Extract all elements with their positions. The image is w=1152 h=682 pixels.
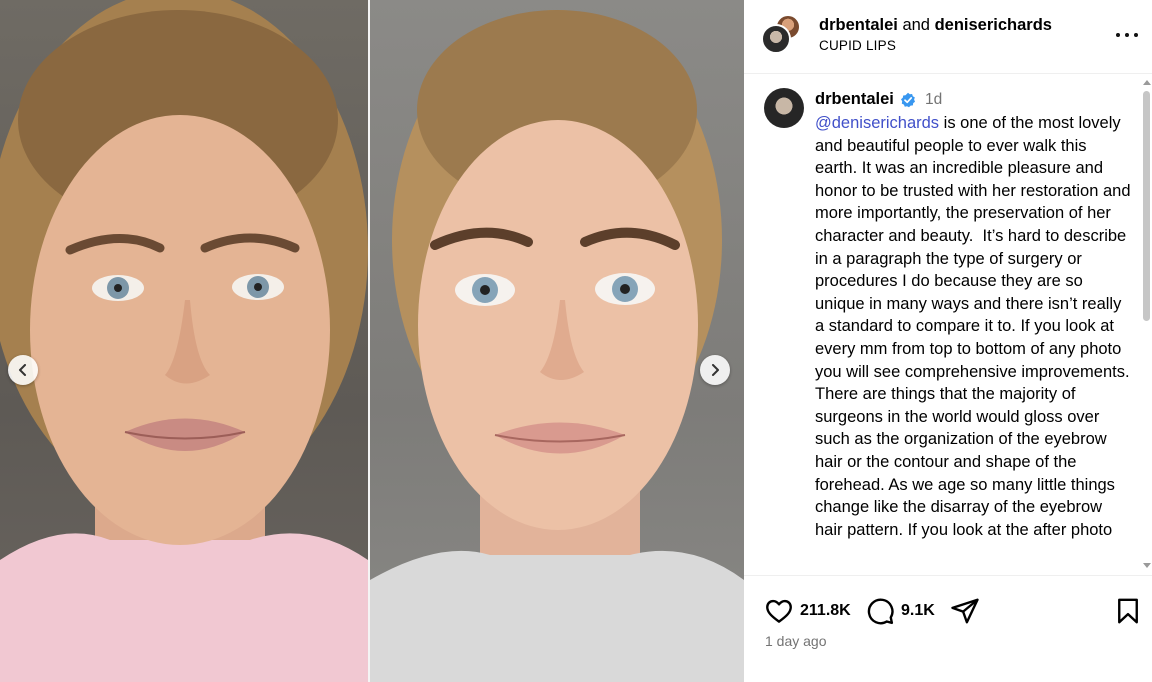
comment-bubble-icon xyxy=(867,598,894,625)
scrollbar[interactable] xyxy=(1141,75,1152,575)
username-link[interactable]: deniserichards xyxy=(935,16,1052,34)
carousel-next-button[interactable] xyxy=(700,355,730,385)
like-count[interactable]: 211.8K xyxy=(800,602,851,620)
more-horizontal-icon xyxy=(1116,33,1120,37)
post-side-panel: drbentalei and deniserichards CUPID LIPS… xyxy=(744,0,1152,682)
scroll-down-arrow-icon[interactable] xyxy=(1143,563,1151,568)
collab-usernames: drbentalei and deniserichards xyxy=(819,16,1052,35)
before-photo xyxy=(0,0,368,682)
avatar[interactable] xyxy=(761,24,791,54)
after-photo xyxy=(370,0,744,682)
chevron-left-icon xyxy=(19,364,26,376)
like-button[interactable]: 211.8K xyxy=(764,596,851,626)
caption-scroll-area[interactable]: drbentalei 1d @deniserichards is one of … xyxy=(744,75,1152,575)
post-subtitle[interactable]: CUPID LIPS xyxy=(819,38,896,53)
share-button[interactable] xyxy=(950,596,980,626)
caption-time[interactable]: 1d xyxy=(925,91,942,109)
paper-plane-icon xyxy=(951,598,979,624)
post-actions: 211.8K 9.1K 1 day ago xyxy=(744,575,1152,682)
post-timestamp[interactable]: 1 day ago xyxy=(765,633,827,649)
scroll-up-arrow-icon[interactable] xyxy=(1143,80,1151,85)
save-button[interactable] xyxy=(1113,596,1143,626)
username-joiner: and xyxy=(897,16,935,34)
carousel-prev-button[interactable] xyxy=(8,355,38,385)
chevron-right-icon xyxy=(712,364,719,376)
mention-link[interactable]: @deniserichards xyxy=(815,114,939,132)
more-options-button[interactable] xyxy=(1116,26,1138,44)
comment-count[interactable]: 9.1K xyxy=(901,602,935,620)
username-link[interactable]: drbentalei xyxy=(819,16,898,34)
verified-badge-icon xyxy=(901,92,915,108)
scrollbar-thumb[interactable] xyxy=(1143,91,1150,321)
collab-avatars[interactable] xyxy=(761,14,805,58)
heart-icon xyxy=(766,599,792,623)
comment-button[interactable]: 9.1K xyxy=(865,596,935,626)
bookmark-icon xyxy=(1118,598,1138,624)
caption-text: @deniserichards is one of the most lovel… xyxy=(815,112,1133,541)
avatar[interactable] xyxy=(764,88,804,128)
caption-username[interactable]: drbentalei xyxy=(815,90,894,109)
post-header: drbentalei and deniserichards CUPID LIPS xyxy=(744,0,1152,74)
caption-body: is one of the most lovely and beautiful … xyxy=(815,114,1139,539)
post-media[interactable] xyxy=(0,0,744,682)
